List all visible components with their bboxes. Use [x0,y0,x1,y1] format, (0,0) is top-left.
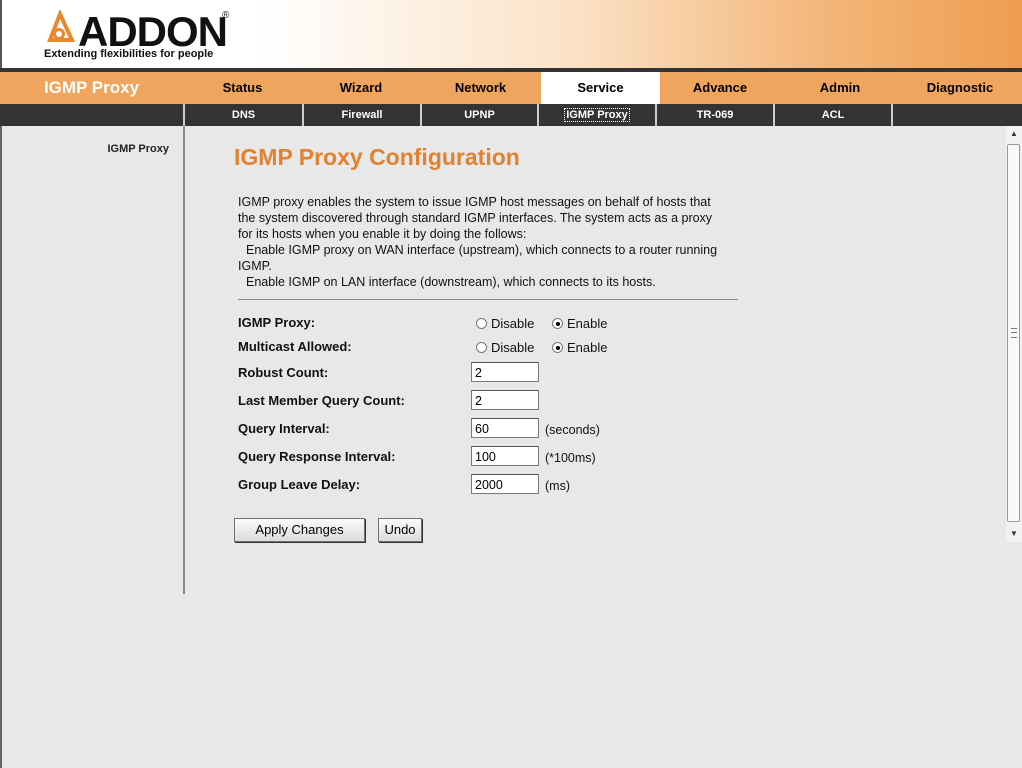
group-leave-delay-input[interactable] [471,474,539,494]
igmp-proxy-disable-option[interactable]: Disable [476,316,534,331]
main-content: IGMP Proxy Configuration IGMP proxy enab… [186,126,1006,542]
radio-button[interactable] [476,342,487,353]
multicast-allowed-label: Multicast Allowed: [238,339,352,354]
subtab-upnp[interactable]: UPNP [420,104,537,126]
multicast-disable-option[interactable]: Disable [476,340,534,355]
group-leave-delay-unit: (ms) [545,479,570,493]
multicast-allowed-radio-group: Disable Enable [476,340,621,355]
brand-tagline: Extending flexibilities for people [44,48,214,60]
scroll-up-arrow-icon[interactable]: ▲ [1006,126,1022,142]
group-leave-delay-label: Group Leave Delay: [238,477,361,492]
apply-changes-button[interactable]: Apply Changes [234,518,365,542]
page-title: IGMP Proxy Configuration [234,144,520,170]
description: IGMP proxy enables the system to issue I… [238,194,748,290]
subtab-label: UPNP [464,109,495,121]
description-line: Enable IGMP proxy on WAN interface (upst… [246,243,718,257]
tab-network[interactable]: Network [420,72,541,104]
subtab-tr-069[interactable]: TR-069 [655,104,773,126]
igmp-proxy-label: IGMP Proxy: [238,315,316,330]
scroll-grip-icon [1011,328,1017,338]
multicast-enable-option[interactable]: Enable [551,340,608,355]
description-line: IGMP proxy enables the system to issue I… [238,195,711,209]
scroll-thumb[interactable] [1007,144,1020,522]
subtab-empty [891,104,1022,126]
subtab-label: IGMP Proxy [564,108,630,122]
main-nav: IGMP Proxy Status Wizard Network Service… [0,72,1022,104]
tab-service[interactable]: Service [541,72,660,104]
subtab-label: ACL [821,109,845,121]
subtab-dns[interactable]: DNS [183,104,302,126]
tab-diagnostic[interactable]: Diagnostic [900,72,1020,104]
registered-mark: ® [222,10,230,21]
last-member-query-count-input[interactable] [471,390,539,410]
sidebar-item-igmp-proxy[interactable]: IGMP Proxy [107,143,169,155]
query-interval-label: Query Interval: [238,421,330,436]
tab-wizard[interactable]: Wizard [302,72,420,104]
option-label: Disable [491,340,535,355]
option-label: Disable [491,316,535,331]
option-label: Enable [566,340,608,355]
query-response-interval-label: Query Response Interval: [238,449,396,464]
radio-button[interactable] [551,318,563,329]
radio-button[interactable] [551,342,563,353]
description-line: Enable IGMP on LAN interface (downstream… [246,275,656,289]
igmp-proxy-enable-option[interactable]: Enable [551,316,608,331]
page-header: ADDON ® Extending flexibilities for peop… [0,0,1022,68]
query-response-interval-unit: (*100ms) [545,451,596,465]
section-divider [238,299,738,300]
tab-advance[interactable]: Advance [660,72,780,104]
addon-logo-icon [47,10,76,42]
subtab-acl[interactable]: ACL [773,104,891,126]
scroll-down-arrow-icon[interactable]: ▼ [1006,526,1022,542]
subtab-igmp-proxy[interactable]: IGMP Proxy [537,104,655,126]
igmp-proxy-radio-group: Disable Enable [476,316,621,331]
subtab-label: Firewall [341,109,383,121]
tab-admin[interactable]: Admin [780,72,900,104]
last-member-query-count-label: Last Member Query Count: [238,393,405,408]
query-response-interval-input[interactable] [471,446,539,466]
undo-button[interactable]: Undo [378,518,422,542]
radio-button[interactable] [476,318,487,329]
tab-status[interactable]: Status [183,72,302,104]
sub-nav: DNS Firewall UPNP IGMP Proxy TR-069 ACL [0,104,1022,126]
robust-count-label: Robust Count: [238,365,329,380]
section-title: IGMP Proxy [43,78,140,97]
subtab-firewall[interactable]: Firewall [302,104,420,126]
query-interval-input[interactable] [471,418,539,438]
subtab-label: DNS [231,109,256,121]
robust-count-input[interactable] [471,362,539,382]
sidebar: IGMP Proxy [0,126,185,594]
subtab-label: TR-069 [696,109,734,121]
description-line: for its hosts when you enable it by doin… [238,227,527,241]
query-interval-unit: (seconds) [545,423,600,437]
description-line: the system discovered through standard I… [238,211,713,225]
option-label: Enable [566,316,608,331]
description-line: IGMP. [238,259,272,273]
vertical-scrollbar[interactable]: ▲ ▼ [1006,126,1022,542]
